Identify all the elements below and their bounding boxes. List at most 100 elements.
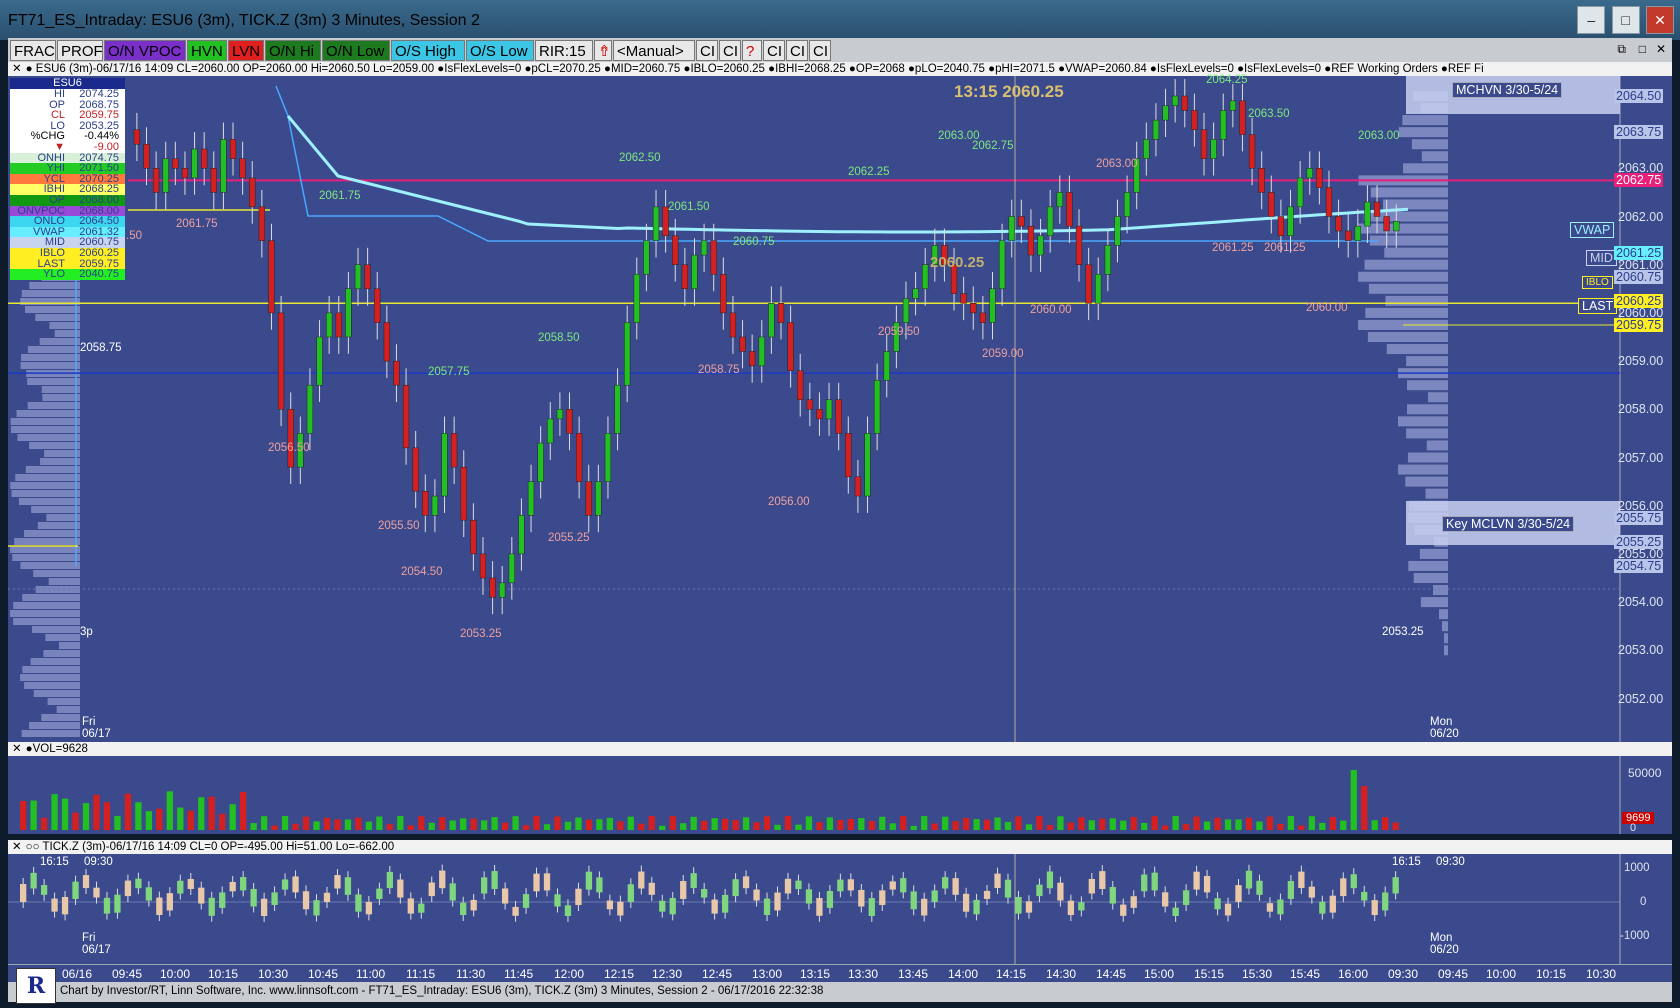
toolbar-button[interactable]: O/S Low (466, 40, 534, 61)
toolbar-button[interactable]: RIR:15 (535, 40, 593, 61)
profile-bar (1364, 259, 1448, 270)
profile-bar (10, 482, 80, 489)
toolbar-button[interactable]: HVN (187, 40, 227, 61)
profile-bar (1444, 645, 1448, 656)
volume-bar (564, 821, 572, 830)
price-axis-tag: 2062.75 (1614, 173, 1664, 188)
volume-bar (732, 820, 739, 830)
candle-up (527, 481, 535, 516)
volume-bar (721, 818, 729, 830)
volume-bar (386, 824, 393, 830)
time-axis-label: 10:30 (1586, 967, 1617, 981)
candle-up (431, 495, 439, 516)
time-axis-label: 14:45 (1096, 967, 1127, 981)
toolbar-button[interactable]: CI (809, 40, 831, 61)
close-pane-icon[interactable]: ✕ (8, 841, 26, 853)
tick-bar (837, 879, 844, 892)
profile-bar (20, 362, 80, 369)
volume-bar (334, 819, 341, 830)
close-button[interactable]: ✕ (1646, 6, 1674, 34)
candle-up (874, 380, 881, 434)
tick-bar (72, 881, 79, 899)
profile-bar (22, 594, 80, 601)
volume-bar (187, 810, 194, 830)
swing-low-label: 2061.75 (176, 218, 218, 230)
toolbar-button[interactable]: CI (719, 40, 741, 61)
candle-up (354, 264, 362, 290)
close-pane-icon[interactable]: ✕ (8, 63, 26, 75)
volume-bar (501, 822, 509, 830)
price-chart[interactable] (8, 76, 1672, 742)
tick-time-left: 16:15 (40, 856, 69, 868)
swing-low-label: 2053.25 (460, 628, 502, 640)
price-axis-tick: 2059.00 (1618, 354, 1664, 369)
price-pane[interactable]: 2062.50 2061.75 2061.50 2060.75 2062.25 2063.… (8, 74, 1672, 742)
status-footer: R Chart by Investor/RT, Linn Software, I… (8, 968, 1672, 1004)
tick-bar (1067, 900, 1075, 916)
tick-bar (952, 878, 959, 895)
tick-bar (1350, 874, 1357, 889)
toolbar-button[interactable]: CI (763, 40, 785, 61)
date-left: 06/17 (82, 728, 111, 740)
profile-bar (16, 410, 80, 417)
maximize-button[interactable]: □ (1611, 6, 1640, 34)
toolbar-button[interactable]: FRAC (10, 40, 56, 61)
tick-bar (1361, 891, 1368, 901)
toolbar-button[interactable]: O/N Hi (265, 40, 321, 61)
profile-bar (30, 658, 81, 665)
time-axis-label: 11:45 (504, 967, 534, 981)
volume-bar (61, 798, 69, 830)
profile-bar (1427, 392, 1448, 403)
profile-bar (1444, 633, 1448, 644)
tick-bar (1340, 878, 1347, 897)
mclvn-label: Key MCLVN 3/30-5/24 (1442, 516, 1575, 532)
profile-bar (42, 394, 80, 401)
toolbar-button[interactable]: CI (786, 40, 808, 61)
candle-down (787, 322, 794, 371)
tick-bar (879, 890, 886, 905)
vwap-tag: VWAP (1570, 222, 1615, 238)
tick-bar (187, 878, 194, 889)
volume-bar (701, 820, 708, 830)
profile-bar (1419, 548, 1448, 559)
tick-bar (260, 898, 268, 916)
profile-bar (1407, 380, 1448, 391)
tick-bar (575, 888, 582, 905)
close-pane-icon[interactable]: ✕ (8, 743, 26, 755)
volume-bar (1350, 770, 1357, 830)
toolbar-button[interactable]: O/S High (391, 40, 465, 61)
candle-down (1018, 216, 1025, 227)
time-axis-label: 13:15 (800, 967, 831, 981)
close-pane-icon[interactable]: ✕ (1656, 42, 1666, 56)
toolbar-button[interactable]: ⇮ (594, 40, 612, 61)
volume-pane[interactable]: 50000 9699 0 (8, 756, 1672, 834)
volume-bar (910, 825, 917, 830)
restore-pane-icon[interactable]: ⧉ (1617, 42, 1626, 57)
profile-bar (10, 426, 80, 433)
toolbar-button[interactable]: O/N Low (322, 40, 390, 61)
minimize-button[interactable]: – (1577, 6, 1606, 34)
toolbar-button[interactable]: O/N VPOC (104, 40, 186, 61)
swing-high-label: 2057.75 (428, 366, 470, 378)
tick-pane[interactable]: 16:15 09:30 16:15 09:30 Fri 06/17 Mon 06… (8, 854, 1672, 964)
profile-bar (21, 354, 81, 361)
candle-down (1277, 216, 1285, 237)
maximize-pane-icon[interactable]: □ (1639, 42, 1646, 56)
toolbar-button[interactable]: LVN (228, 40, 264, 61)
time-axis-label: 13:45 (898, 967, 929, 981)
candle-up (758, 336, 765, 367)
toolbar-button[interactable]: PROF (57, 40, 103, 61)
time-axis-label: 16:00 (1338, 967, 1369, 981)
toolbar-button[interactable]: CI (696, 40, 718, 61)
profile-bar (21, 290, 80, 297)
tick-bar (659, 900, 666, 912)
toolbar-button[interactable]: <Manual> (613, 40, 695, 61)
volume-bar (962, 817, 970, 830)
tick-bar (1151, 872, 1158, 891)
swing-high-label: 2062.25 (848, 166, 890, 178)
tick-bar (921, 898, 928, 916)
swing-low-label: 2054.50 (401, 566, 443, 578)
volume-bar (271, 825, 278, 830)
toolbar-button[interactable]: ? (742, 40, 762, 61)
volume-bar (1088, 820, 1095, 830)
